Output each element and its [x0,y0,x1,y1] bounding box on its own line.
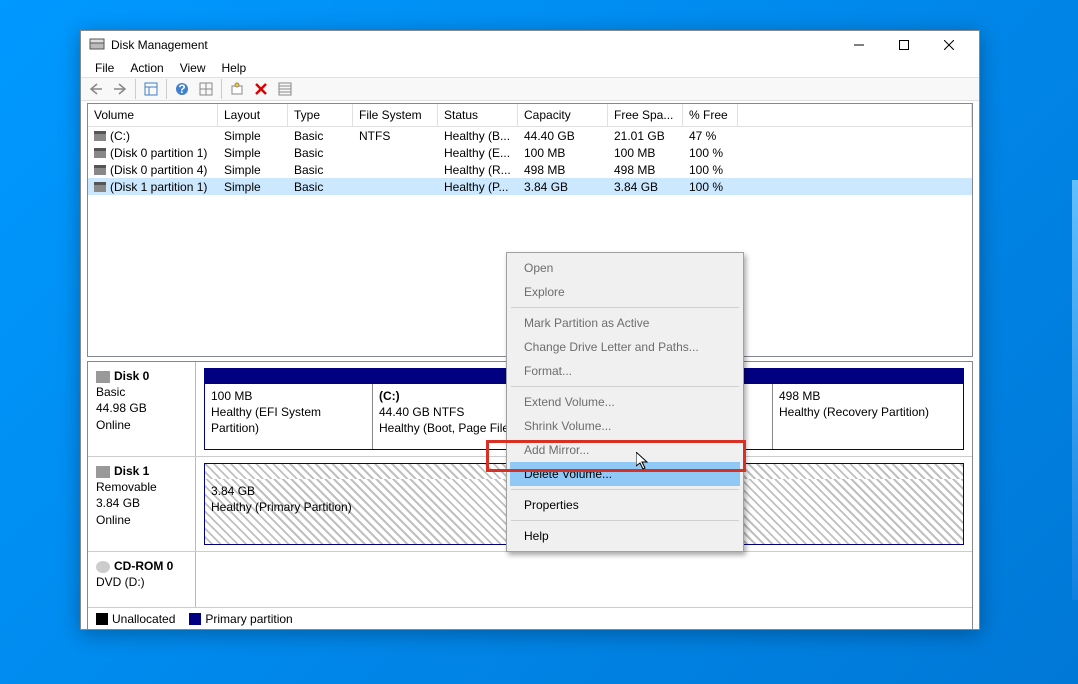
cm-sep [511,386,739,387]
toolbar: ? [81,77,979,101]
cm-change-letter[interactable]: Change Drive Letter and Paths... [510,335,740,359]
cdrom-partitions [196,552,972,607]
list-button[interactable] [274,78,296,100]
volume-icon [94,182,106,192]
help-button[interactable]: ? [171,78,193,100]
cm-extend[interactable]: Extend Volume... [510,390,740,414]
delete-button[interactable] [250,78,272,100]
cdrom-icon [96,561,110,573]
cm-properties[interactable]: Properties [510,493,740,517]
legend-primary-swatch [189,613,201,625]
cm-sep [511,520,739,521]
properties-button[interactable] [226,78,248,100]
disk-icon [96,466,110,478]
col-free[interactable]: Free Spa... [608,104,683,126]
col-layout[interactable]: Layout [218,104,288,126]
back-button[interactable] [85,78,107,100]
volume-icon [94,148,106,158]
disk0-partition[interactable]: 100 MBHealthy (EFI System Partition) [205,384,373,449]
desktop-accent [1072,180,1078,600]
col-spacer [738,104,972,126]
col-type[interactable]: Type [288,104,353,126]
volume-row[interactable]: (Disk 0 partition 1)SimpleBasicHealthy (… [88,144,972,161]
col-volume[interactable]: Volume [88,104,218,126]
cm-delete-volume[interactable]: Delete Volume... [510,462,740,486]
forward-button[interactable] [109,78,131,100]
close-button[interactable] [926,31,971,59]
col-status[interactable]: Status [438,104,518,126]
cm-shrink[interactable]: Shrink Volume... [510,414,740,438]
disk0-label[interactable]: Disk 0 Basic 44.98 GB Online [88,362,196,456]
cm-mark-active[interactable]: Mark Partition as Active [510,311,740,335]
menu-view[interactable]: View [172,59,214,77]
col-filesystem[interactable]: File System [353,104,438,126]
cm-help[interactable]: Help [510,524,740,548]
legend-unalloc-swatch [96,613,108,625]
minimize-button[interactable] [836,31,881,59]
col-pctfree[interactable]: % Free [683,104,738,126]
cm-open[interactable]: Open [510,256,740,280]
app-icon [89,37,105,53]
cm-sep [511,489,739,490]
menubar: File Action View Help [81,59,979,77]
cdrom-label[interactable]: CD-ROM 0 DVD (D:) [88,552,196,607]
volume-icon [94,131,106,141]
volume-row[interactable]: (Disk 1 partition 1)SimpleBasicHealthy (… [88,178,972,195]
svg-text:?: ? [178,82,185,96]
disk1-label[interactable]: Disk 1 Removable 3.84 GB Online [88,457,196,551]
cm-sep [511,307,739,308]
volume-icon [94,165,106,175]
cm-explore[interactable]: Explore [510,280,740,304]
menu-help[interactable]: Help [214,59,255,77]
volume-list-header: Volume Layout Type File System Status Ca… [88,104,972,127]
disk0-partition[interactable]: 498 MBHealthy (Recovery Partition) [773,384,963,449]
volume-row[interactable]: (C:)SimpleBasicNTFSHealthy (B...44.40 GB… [88,127,972,144]
window-title: Disk Management [111,38,836,52]
volume-row[interactable]: (Disk 0 partition 4)SimpleBasicHealthy (… [88,161,972,178]
cursor-icon [636,452,652,472]
cm-format[interactable]: Format... [510,359,740,383]
cdrom-row: CD-ROM 0 DVD (D:) [88,552,972,607]
menu-file[interactable]: File [87,59,122,77]
legend: Unallocated Primary partition [88,607,972,629]
cm-mirror[interactable]: Add Mirror... [510,438,740,462]
context-menu: Open Explore Mark Partition as Active Ch… [506,252,744,552]
titlebar[interactable]: Disk Management [81,31,979,59]
disk-icon [96,371,110,383]
col-capacity[interactable]: Capacity [518,104,608,126]
view-button[interactable] [140,78,162,100]
menu-action[interactable]: Action [122,59,171,77]
grid-button[interactable] [195,78,217,100]
maximize-button[interactable] [881,31,926,59]
